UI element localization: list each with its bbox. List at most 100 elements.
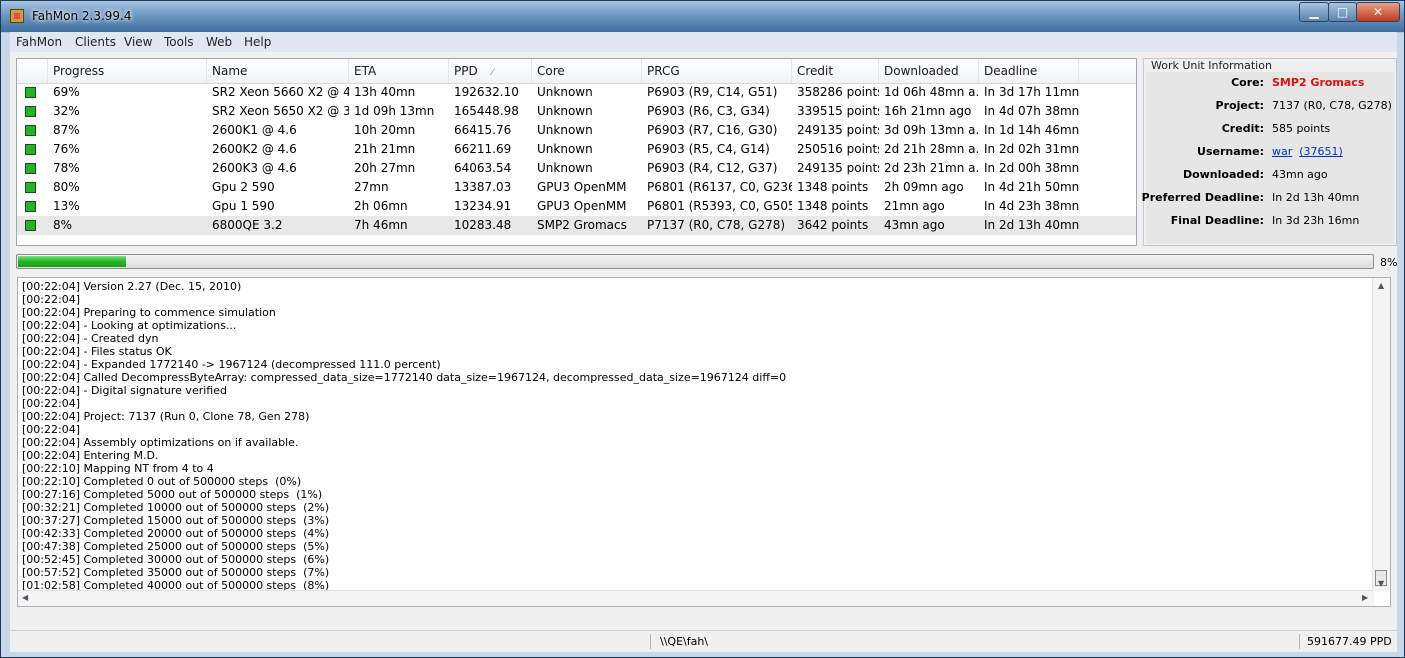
team-link[interactable]: (37651) [1299, 145, 1343, 158]
status-led-icon [25, 144, 36, 155]
minimize-button[interactable]: ▁ [1299, 2, 1329, 22]
cell-deadline: In 4d 21h 50mn [984, 180, 1079, 194]
cell-downloaded: 2h 09mn ago [884, 180, 964, 194]
log-horizontal-scrollbar[interactable]: ◀ ▶ [18, 590, 1374, 606]
column-header-prcg[interactable]: PRCG [642, 59, 792, 83]
column-header-core[interactable]: Core [532, 59, 642, 83]
cell-ppd: 165448.98 [454, 104, 519, 118]
username-link[interactable]: war [1272, 145, 1292, 158]
cell-credit: 3642 points [797, 218, 869, 232]
app-icon[interactable] [10, 9, 24, 23]
log-line: [00:32:21] Completed 10000 out of 500000… [22, 501, 330, 514]
menu-fahmon[interactable]: FahMon [16, 35, 62, 49]
column-header-name[interactable]: Name [207, 59, 349, 83]
info-core-row: Core: SMP2 Gromacs [1146, 76, 1394, 96]
log-line: [00:22:10] Completed 0 out of 500000 ste… [22, 475, 302, 488]
info-preferred-deadline-label: Preferred Deadline: [1141, 191, 1264, 204]
info-downloaded-value: 43mn ago [1272, 168, 1328, 181]
cell-ppd: 13234.91 [454, 199, 512, 213]
cell-deadline: In 2d 00h 38mn [984, 161, 1079, 175]
info-username-label: Username: [1197, 145, 1264, 158]
column-header-deadline[interactable]: Deadline [979, 59, 1079, 83]
status-led-icon [25, 106, 36, 117]
cell-ppd: 66211.69 [454, 142, 512, 156]
menu-tools[interactable]: Tools [164, 35, 194, 49]
cell-credit: 1348 points [797, 199, 869, 213]
table-row[interactable]: 80% Gpu 2 590 27mn 13387.03 GPU3 OpenMM P6801… [17, 178, 1136, 197]
info-project-row: Project: 7137 (R0, C78, G278) [1146, 99, 1394, 119]
scroll-left-icon[interactable]: ◀ [22, 593, 28, 602]
column-header-progress[interactable]: Progress [48, 59, 207, 83]
log-line: [00:22:04] Version 2.27 (Dec. 15, 2010) [22, 280, 242, 293]
menu-view[interactable]: View [124, 35, 152, 49]
cell-deadline: In 4d 07h 38mn [984, 104, 1079, 118]
cell-core: Unknown [537, 104, 593, 118]
table-row[interactable]: 78% 2600K3 @ 4.6 20h 27mn 64063.54 Unknown P6… [17, 159, 1136, 178]
cell-eta: 21h 21mn [354, 142, 416, 156]
work-unit-info-box: Core: SMP2 Gromacs Project: 7137 (R0, C7… [1142, 72, 1394, 244]
cell-progress: 8% [53, 218, 73, 232]
column-header-eta[interactable]: ETA [349, 59, 449, 83]
close-button[interactable]: ✕ [1356, 2, 1400, 22]
log-line: [00:22:04] - Digital signature verified [22, 384, 227, 397]
cell-progress: 69% [53, 85, 80, 99]
log-line: [00:22:10] Mapping NT from 4 to 4 [22, 462, 214, 475]
scroll-right-icon[interactable]: ▶ [1362, 593, 1368, 602]
log-view[interactable]: [00:22:04] Version 2.27 (Dec. 15, 2010) [… [17, 277, 1391, 607]
cell-name: 2600K2 @ 4.6 [212, 142, 297, 156]
log-line: [00:22:04] [22, 423, 80, 436]
table-row[interactable]: 69% SR2 Xeon 5660 X2 @ 4.0 13h 40mn 192632.… [17, 83, 1136, 102]
log-line: [00:22:04] - Expanded 1772140 -> 1967124… [22, 358, 441, 371]
cell-downloaded: 1d 06h 48mn a... [884, 85, 979, 99]
cell-ppd: 66415.76 [454, 123, 512, 137]
cell-core: Unknown [537, 85, 593, 99]
log-vertical-scrollbar[interactable]: ▲ ▼ [1372, 278, 1390, 592]
cell-prcg: P6903 (R7, C16, G30) [647, 123, 778, 137]
info-downloaded-row: Downloaded: 43mn ago [1146, 168, 1394, 188]
cell-eta: 7h 46mn [354, 218, 408, 232]
column-header-downloaded[interactable]: Downloaded [879, 59, 979, 83]
cell-core: Unknown [537, 161, 593, 175]
info-project-label: Project: [1215, 99, 1264, 112]
scroll-up-icon[interactable]: ▲ [1378, 281, 1384, 290]
wu-progress-fill [18, 256, 126, 267]
menu-help[interactable]: Help [244, 35, 271, 49]
status-bar: \\QE\fah\ 591677.49 PPD [10, 630, 1397, 652]
menu-web[interactable]: Web [206, 35, 232, 49]
cell-progress: 87% [53, 123, 80, 137]
cell-eta: 2h 06mn [354, 199, 408, 213]
status-separator [650, 634, 651, 649]
cell-name: Gpu 2 590 [212, 180, 275, 194]
menu-bar: FahMon Clients View Tools Web Help [10, 32, 1397, 52]
info-final-deadline-row: Final Deadline: In 3d 23h 16mn [1146, 214, 1394, 234]
table-row[interactable]: 8% 6800QE 3.2 7h 46mn 10283.48 SMP2 Gromacs P… [17, 216, 1136, 235]
cell-ppd: 13387.03 [454, 180, 512, 194]
cell-eta: 27mn [354, 180, 389, 194]
cell-name: SR2 Xeon 5650 X2 @ 3.7 [212, 104, 349, 118]
info-final-deadline-value: In 3d 23h 16mn [1272, 214, 1360, 227]
cell-deadline: In 1d 14h 46mn [984, 123, 1079, 137]
log-text: [00:22:04] Version 2.27 (Dec. 15, 2010) [… [22, 280, 786, 592]
column-header-credit[interactable]: Credit [792, 59, 879, 83]
table-row[interactable]: 87% 2600K1 @ 4.6 10h 20mn 66415.76 Unknown P6… [17, 121, 1136, 140]
cell-core: GPU3 OpenMM [537, 180, 627, 194]
status-separator [1299, 634, 1300, 649]
client-area: Progress Name ETA PPD ⁄ Core PRCG Credit … [10, 52, 1397, 652]
log-line: [00:22:04] [22, 397, 80, 410]
maximize-button[interactable]: □ [1328, 2, 1357, 22]
cell-core: SMP2 Gromacs [537, 218, 627, 232]
title-bar[interactable]: FahMon 2.3.99.4 ▁ □ ✕ [1, 1, 1404, 32]
log-line: [00:22:04] Entering M.D. [22, 449, 159, 462]
table-row[interactable]: 13% Gpu 1 590 2h 06mn 13234.91 GPU3 OpenMM P6… [17, 197, 1136, 216]
log-line: [00:57:52] Completed 35000 out of 500000… [22, 566, 330, 579]
column-header-ppd[interactable]: PPD ⁄ [449, 59, 532, 83]
menu-clients[interactable]: Clients [75, 35, 116, 49]
column-header-status[interactable] [17, 59, 48, 83]
table-row[interactable]: 76% 2600K2 @ 4.6 21h 21mn 66211.69 Unknown P6… [17, 140, 1136, 159]
window-title: FahMon 2.3.99.4 [32, 9, 132, 23]
scroll-down-icon[interactable]: ▼ [1378, 579, 1384, 588]
cell-name: SR2 Xeon 5660 X2 @ 4.0 [212, 85, 349, 99]
table-row[interactable]: 32% SR2 Xeon 5650 X2 @ 3.7 1d 09h 13mn 1654… [17, 102, 1136, 121]
clients-table: Progress Name ETA PPD ⁄ Core PRCG Credit … [16, 58, 1137, 246]
cell-prcg: P7137 (R0, C78, G278) [647, 218, 786, 232]
